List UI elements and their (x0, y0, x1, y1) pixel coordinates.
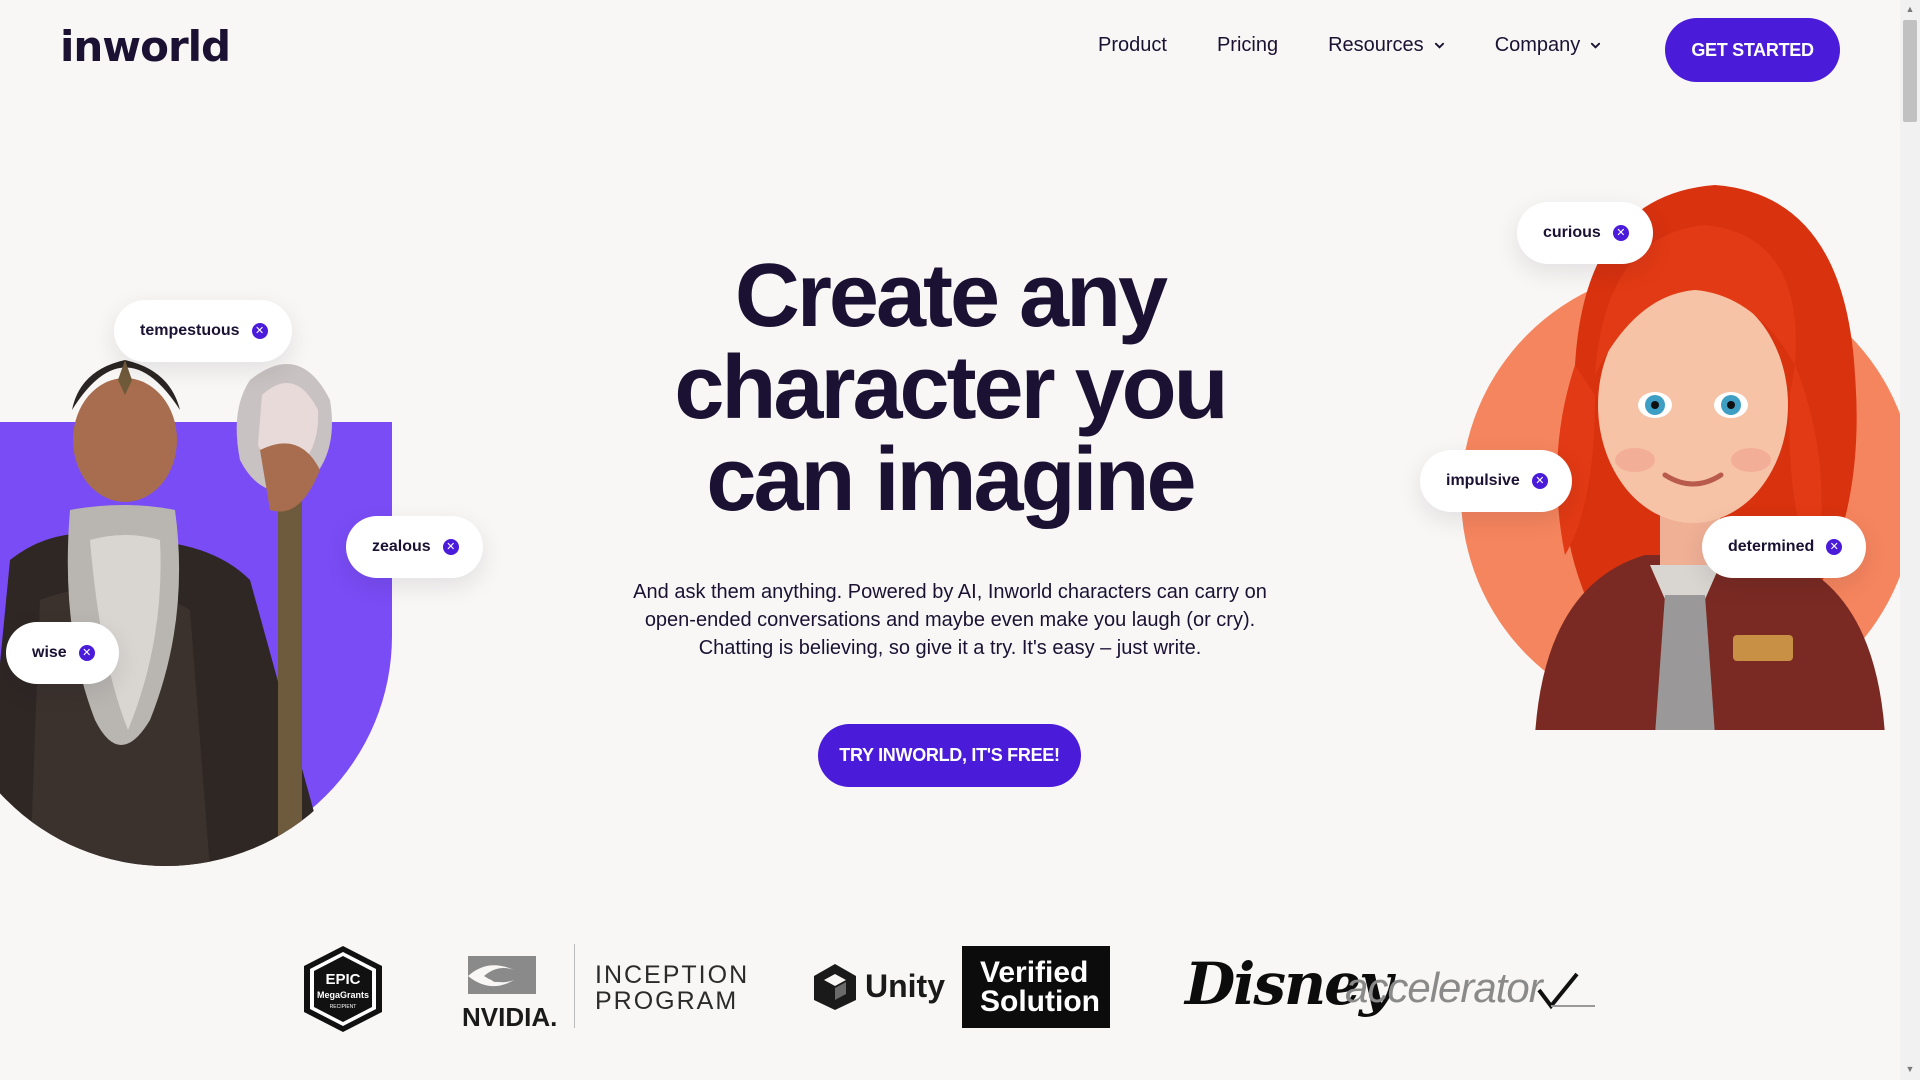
chevron-down-icon (1591, 42, 1601, 49)
hero-title-line: Create any (734, 246, 1168, 346)
close-circle-icon[interactable]: ✕ (78, 645, 95, 661)
trait-tag-label: determined (1728, 538, 1815, 555)
hero-title-line: can imagine (706, 430, 1196, 530)
main-nav: Product Pricing Resources Company (1098, 34, 1651, 57)
recipient-text: RECIPIENT (330, 1004, 357, 1010)
nav-item-pricing[interactable]: Pricing (1217, 34, 1278, 57)
scroll-up-arrow-icon[interactable]: ▲ (1904, 4, 1916, 16)
megagrants-text: MegaGrants (317, 990, 369, 1000)
page-scrollbar[interactable] (1900, 0, 1920, 1080)
trait-tag-impulsive: impulsive ✕ (1420, 450, 1572, 512)
close-circle-icon[interactable]: ✕ (251, 323, 268, 339)
unity-cube-icon (814, 964, 856, 1010)
trait-tag-label: impulsive (1446, 472, 1520, 489)
trait-tag-curious: curious ✕ (1517, 202, 1653, 264)
scroll-down-arrow-icon[interactable]: ▼ (1904, 1064, 1916, 1076)
hero-title-line: character you (674, 338, 1228, 438)
trait-tag-label: zealous (372, 538, 431, 555)
nav-item-label: Company (1494, 34, 1581, 56)
trait-tag-wise: wise ✕ (6, 622, 119, 684)
scrollbar-thumb[interactable] (1903, 20, 1917, 122)
inception-line: PROGRAM (595, 987, 739, 1015)
nav-item-label: Resources (1328, 34, 1424, 56)
partner-logos: EPIC MegaGrants RECIPIENT NVIDIA. INCEPT… (0, 940, 1900, 1040)
trait-tag-label: curious (1543, 224, 1601, 241)
trait-tag-label: wise (32, 644, 67, 661)
nvidia-eye-icon (468, 956, 536, 994)
epic-megagrants-logo: EPIC MegaGrants RECIPIENT (304, 946, 382, 1032)
nvidia-wordmark: NVIDIA. (462, 1002, 558, 1032)
trait-tag-label: tempestuous (140, 322, 240, 339)
nav-item-resources[interactable]: Resources (1328, 34, 1445, 57)
nvidia-divider (574, 944, 575, 1028)
epic-text: EPIC (325, 971, 360, 988)
nav-item-company[interactable]: Company (1495, 34, 1602, 57)
chevron-down-icon (1434, 42, 1444, 49)
nav-item-product[interactable]: Product (1098, 34, 1167, 57)
close-circle-icon[interactable]: ✕ (442, 539, 459, 555)
trait-tag-determined: determined ✕ (1702, 516, 1867, 578)
trait-tag-tempestuous: tempestuous ✕ (114, 300, 292, 362)
hero-title: Create any character you can imagine (560, 250, 1340, 526)
get-started-button[interactable]: GET STARTED (1665, 18, 1840, 82)
close-circle-icon[interactable]: ✕ (1531, 473, 1548, 489)
inception-line: INCEPTION (595, 961, 750, 989)
unity-wordmark: Unity (865, 968, 945, 1004)
hero-subtitle: And ask them anything. Powered by AI, In… (633, 581, 1267, 659)
try-inworld-button[interactable]: TRY INWORLD, IT'S FREE! (818, 724, 1081, 787)
verified-line: Solution (980, 985, 1100, 1018)
nav-item-label: Pricing (1216, 34, 1279, 56)
page-viewport: inworld Product Pricing Resources Compan… (0, 0, 1900, 1080)
inception-program-label: INCEPTION PROGRAM (595, 962, 749, 1014)
close-circle-icon[interactable]: ✕ (1826, 539, 1843, 555)
accelerator-wordmark: accelerator (1345, 964, 1543, 1011)
verified-solution-badge: Verified Solution (962, 946, 1110, 1028)
trait-tag-zealous: zealous ✕ (346, 516, 483, 578)
wizard-illustration (0, 360, 332, 866)
checkmark-icon (1537, 972, 1595, 1010)
inworld-logo[interactable]: inworld (60, 22, 231, 71)
nav-item-label: Product (1098, 34, 1167, 56)
close-circle-icon[interactable]: ✕ (1612, 225, 1629, 241)
